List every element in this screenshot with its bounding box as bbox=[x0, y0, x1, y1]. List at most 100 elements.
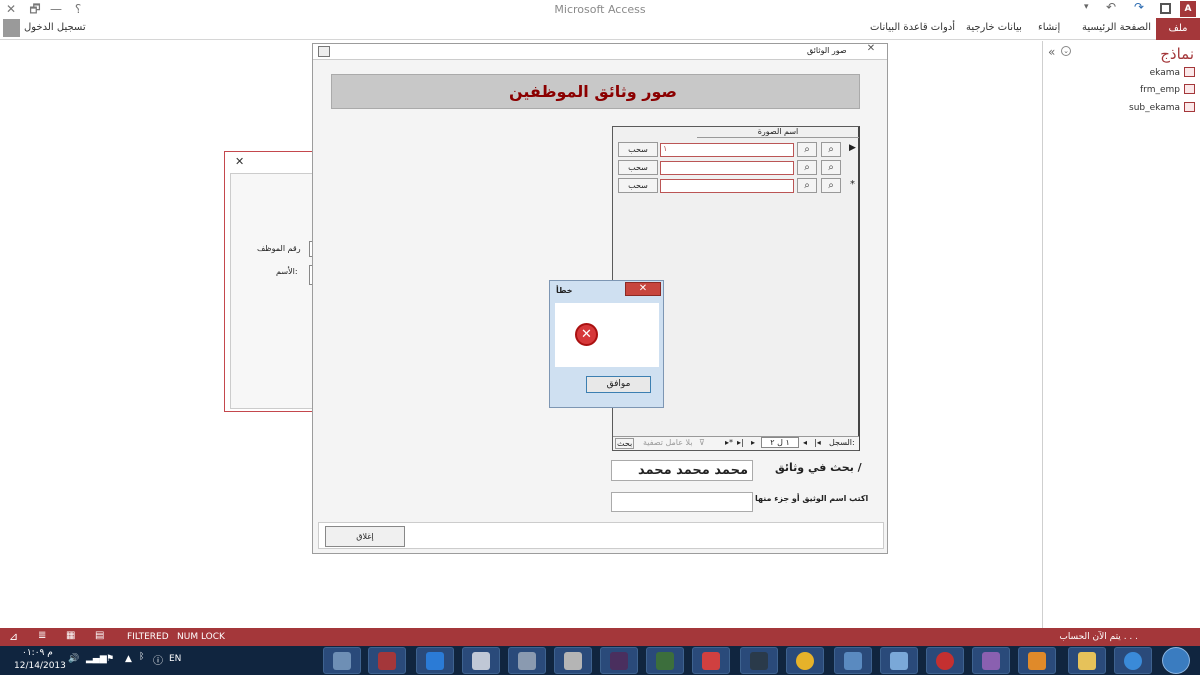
taskbar-explorer-icon[interactable] bbox=[1068, 647, 1106, 674]
form-icon bbox=[1184, 67, 1195, 77]
nav-item-ekama[interactable]: ekama bbox=[1150, 68, 1180, 78]
image-name-field[interactable] bbox=[660, 179, 794, 193]
name-label: الأسم: bbox=[276, 267, 298, 276]
taskbar-app-12[interactable] bbox=[834, 647, 872, 674]
datasheet-view-icon[interactable]: ▦ bbox=[66, 630, 75, 641]
minimize-window-button[interactable]: — bbox=[48, 1, 64, 17]
tray-expand-icon[interactable]: ▲ bbox=[125, 654, 132, 664]
taskbar-download-icon[interactable] bbox=[416, 647, 454, 674]
search-docs-field[interactable]: محمد محمد محمد bbox=[611, 460, 753, 481]
image-name-value: ١ bbox=[663, 144, 668, 153]
language-indicator[interactable]: EN bbox=[169, 654, 181, 664]
filter-icon[interactable]: ⊽ bbox=[699, 438, 705, 447]
restore-window-button[interactable]: 🗗 bbox=[27, 1, 43, 17]
design-view-icon[interactable]: ▤ bbox=[95, 630, 104, 641]
image-name-field[interactable] bbox=[660, 161, 794, 175]
bluetooth-icon[interactable]: ᛒ bbox=[139, 652, 144, 662]
image-name-field[interactable]: ١ bbox=[660, 143, 794, 157]
taskbar-app-8[interactable] bbox=[646, 647, 684, 674]
form-icon bbox=[1184, 84, 1195, 94]
error-dialog-close-button[interactable]: ✕ bbox=[625, 282, 661, 296]
customize-qat-icon[interactable]: ▾ bbox=[1084, 2, 1089, 12]
form-header: صور وثائق الموظفين bbox=[331, 74, 860, 109]
prev-record-button[interactable]: ◂ bbox=[803, 438, 807, 447]
error-dialog-body: ✕ bbox=[555, 303, 659, 367]
start-button[interactable] bbox=[1162, 647, 1190, 674]
numlock-indicator: NUM LOCK bbox=[177, 632, 225, 642]
taskbar-app-4[interactable] bbox=[462, 647, 500, 674]
pull-button[interactable]: سحب bbox=[618, 178, 658, 193]
save-icon[interactable] bbox=[1160, 3, 1171, 14]
search-docs-label: بحث في وثائق / bbox=[775, 461, 862, 474]
flag-icon[interactable]: ⚑ bbox=[106, 654, 114, 664]
collapse-nav-button[interactable]: « bbox=[1048, 45, 1055, 59]
nav-menu-icon[interactable]: ⌄ bbox=[1061, 46, 1071, 56]
nav-item-sub-ekama[interactable]: sub_ekama bbox=[1129, 103, 1180, 113]
taskbar-access-icon[interactable] bbox=[368, 647, 406, 674]
taskbar-app-5[interactable] bbox=[508, 647, 546, 674]
close-window-button[interactable]: ✕ bbox=[3, 1, 19, 17]
taskbar-app-16[interactable] bbox=[1018, 647, 1056, 674]
title-bar: Microsoft Access ✕ 🗗 — ؟ ▾ ↶ ↷ A bbox=[0, 0, 1200, 18]
taskbar-app-15[interactable] bbox=[972, 647, 1010, 674]
taskbar-app-6[interactable] bbox=[554, 647, 592, 674]
zoom-icon[interactable]: ⌕ bbox=[821, 178, 841, 193]
access-logo-icon: A bbox=[1180, 1, 1196, 17]
record-label: السجل: bbox=[829, 438, 855, 447]
zoom-icon[interactable]: ⌕ bbox=[797, 178, 817, 193]
taskbar-pdf-icon[interactable] bbox=[692, 647, 730, 674]
tab-external-data[interactable]: بيانات خارجية bbox=[966, 22, 1022, 33]
taskbar-app-13[interactable] bbox=[880, 647, 918, 674]
zoom-icon[interactable]: ⌕ bbox=[797, 142, 817, 157]
documents-form-close-button[interactable]: ✕ bbox=[856, 43, 886, 57]
form-icon bbox=[1184, 102, 1195, 112]
employee-form-close-button[interactable]: ✕ bbox=[235, 155, 244, 168]
first-record-button[interactable]: |◂ bbox=[814, 438, 821, 447]
column-header: اسم الصورة bbox=[697, 127, 859, 138]
form-header-title: صور وثائق الموظفين bbox=[509, 82, 677, 101]
help-button[interactable]: ؟ bbox=[70, 1, 86, 17]
tab-file[interactable]: ملف bbox=[1156, 18, 1200, 40]
emp-no-label: رقم الموظف bbox=[257, 244, 301, 253]
close-button[interactable]: إغلاق bbox=[325, 526, 405, 547]
taskbar: م ٠١:٠٩ 12/14/2013 🔊 ▂▄▆ ⚑ ▲ ᛒ ⓘ EN bbox=[0, 646, 1200, 675]
tab-create[interactable]: إنشاء bbox=[1038, 22, 1060, 33]
hint-field[interactable] bbox=[611, 492, 753, 512]
zoom-icon[interactable]: ⌕ bbox=[797, 160, 817, 175]
pull-button[interactable]: سحب bbox=[618, 142, 658, 157]
employee-form: ✕ رقم الموظف الأسم: bbox=[224, 151, 317, 412]
layout-view-icon[interactable]: ≣ bbox=[38, 630, 46, 641]
zoom-icon[interactable]: ⌕ bbox=[821, 160, 841, 175]
nav-item-frm-emp[interactable]: frm_emp bbox=[1140, 85, 1180, 95]
filter-status[interactable]: بلا عامل تصفية bbox=[643, 438, 693, 447]
taskbar-app-1[interactable] bbox=[323, 647, 361, 674]
help-icon[interactable]: ⓘ bbox=[153, 652, 163, 667]
undo-icon[interactable]: ↶ bbox=[1106, 0, 1116, 14]
taskbar-ie-icon[interactable] bbox=[1114, 647, 1152, 674]
documents-form-titlebar: صور الوثائق ✕ bbox=[313, 43, 887, 60]
zoom-icon[interactable]: ⌕ bbox=[821, 142, 841, 157]
sign-in-link[interactable]: تسجيل الدخول bbox=[24, 22, 86, 33]
volume-icon[interactable]: 🔊 bbox=[68, 654, 79, 664]
next-record-button[interactable]: ▸ bbox=[751, 438, 755, 447]
search-nav-button[interactable]: بحث bbox=[615, 438, 635, 449]
form-view-icon[interactable]: ⊿ bbox=[9, 630, 18, 643]
error-dialog: خطأ ✕ ✕ موافق bbox=[549, 280, 664, 408]
last-record-button[interactable]: ▸| bbox=[737, 438, 744, 447]
form-icon bbox=[318, 46, 330, 57]
pull-button[interactable]: سحب bbox=[618, 160, 658, 175]
record-position-field[interactable]: ١ ل ٢ bbox=[761, 437, 799, 448]
ok-button[interactable]: موافق bbox=[586, 376, 651, 393]
taskbar-fs-icon[interactable] bbox=[600, 647, 638, 674]
taskbar-app-10[interactable] bbox=[740, 647, 778, 674]
nav-header: نماذج bbox=[1160, 45, 1194, 63]
tab-home[interactable]: الصفحة الرئيسية bbox=[1082, 22, 1151, 33]
clock-time: م ٠١:٠٩ bbox=[22, 648, 53, 658]
network-icon[interactable]: ▂▄▆ bbox=[86, 654, 107, 664]
taskbar-chrome-icon[interactable] bbox=[786, 647, 824, 674]
taskbar-app-14[interactable] bbox=[926, 647, 964, 674]
tab-database-tools[interactable]: أدوات قاعدة البيانات bbox=[870, 22, 955, 33]
new-record-button[interactable]: ▸* bbox=[725, 438, 733, 447]
filtered-indicator: FILTERED bbox=[127, 632, 169, 642]
redo-icon[interactable]: ↷ bbox=[1134, 0, 1144, 14]
